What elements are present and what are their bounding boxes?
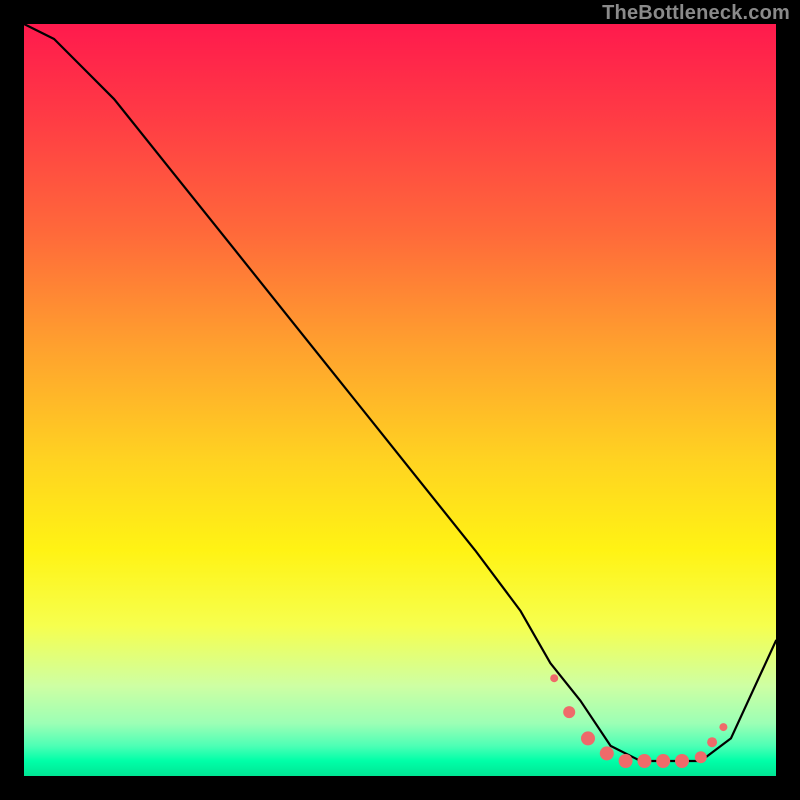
highlight-dot [581, 731, 595, 745]
highlight-dot [600, 746, 614, 760]
marker-group [550, 674, 727, 768]
highlight-dot [695, 751, 707, 763]
highlight-dot [656, 754, 670, 768]
highlight-dot [619, 754, 633, 768]
chart-stage: TheBottleneck.com [0, 0, 800, 800]
highlight-dot [707, 737, 717, 747]
chart-plot-area [24, 24, 776, 776]
highlight-dot [719, 723, 727, 731]
curve-line [24, 24, 776, 761]
highlight-dot [563, 706, 575, 718]
highlight-dot [550, 674, 558, 682]
highlight-dot [637, 754, 651, 768]
watermark-text: TheBottleneck.com [602, 2, 790, 25]
chart-svg-layer [24, 24, 776, 776]
highlight-dot [675, 754, 689, 768]
